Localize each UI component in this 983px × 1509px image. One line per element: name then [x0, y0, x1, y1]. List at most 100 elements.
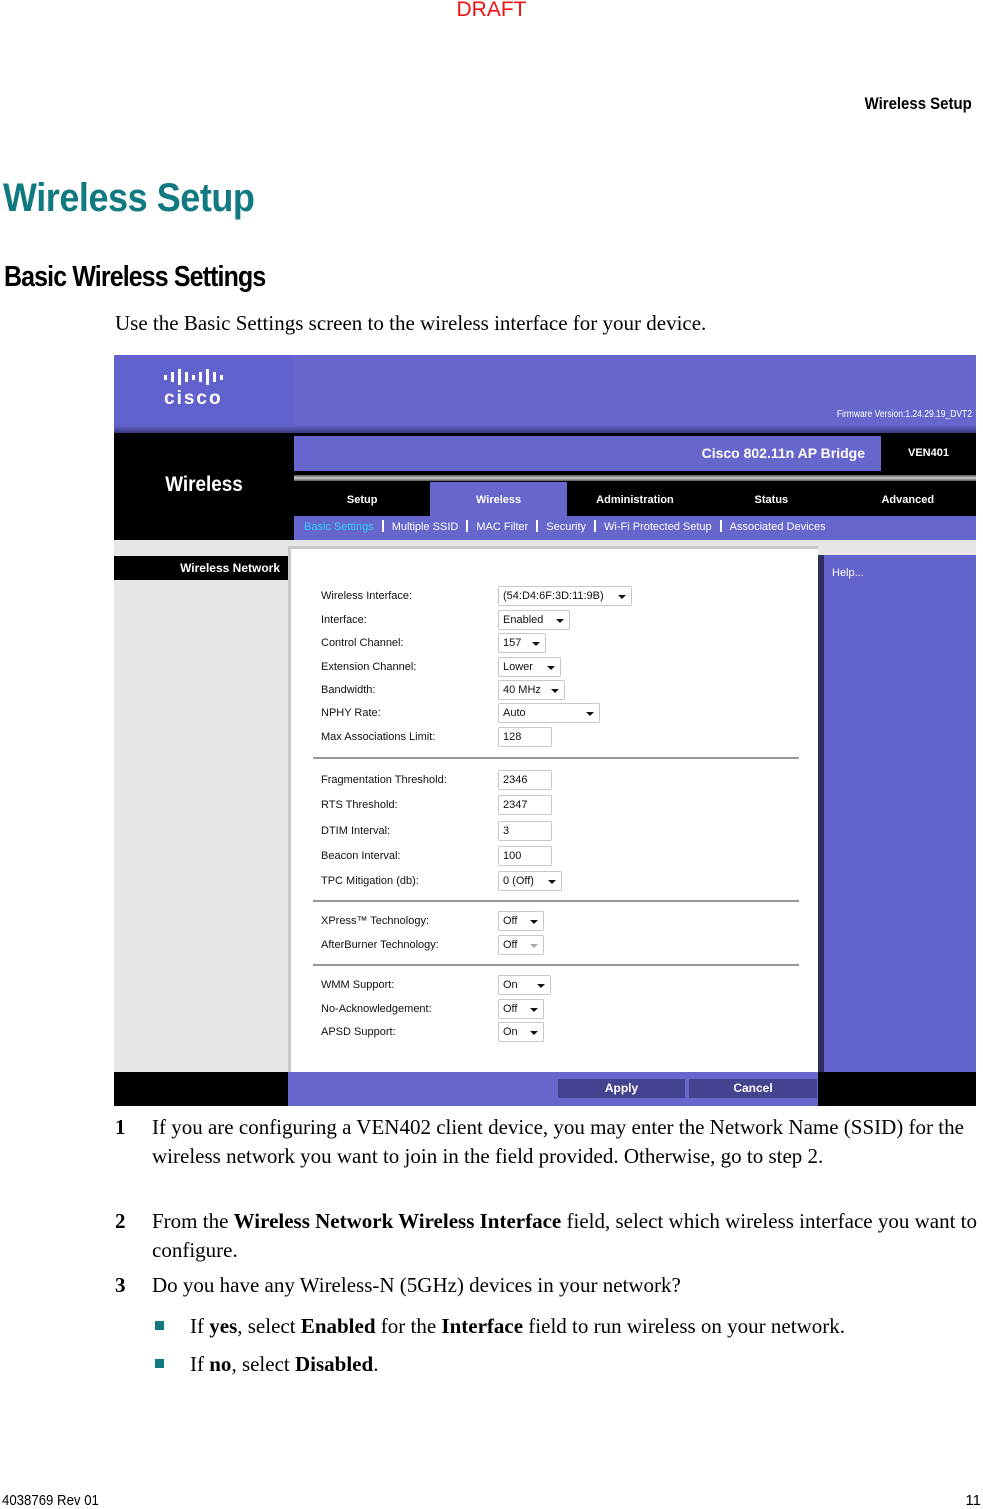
step-text: Do you have any Wireless-N (5GHz) device… — [152, 1273, 681, 1297]
subnav-mac-filter[interactable]: MAC Filter — [476, 521, 528, 533]
help-panel: Help... — [818, 555, 976, 1106]
page-number: 11 — [965, 1492, 981, 1509]
router-ui-screenshot: cisco Firmware Version:1.24.29.19_DVT2 W… — [114, 355, 976, 1106]
step-text: If you are configuring a VEN402 client d… — [152, 1115, 964, 1168]
field-nphy-rate: NPHY Rate: Auto — [321, 703, 600, 723]
apsd-support-select[interactable]: On — [498, 1022, 544, 1042]
dropdown-arrow-icon — [530, 944, 538, 948]
product-name: Cisco 802.11n AP Bridge — [701, 445, 865, 461]
wireless-interface-select[interactable]: (54:D4:6F:3D:11:9B) — [498, 586, 632, 606]
fragmentation-threshold-input[interactable]: 2346 — [498, 770, 552, 790]
dtim-interval-input[interactable]: 3 — [498, 821, 552, 841]
field-fragmentation-threshold: Fragmentation Threshold: 2346 — [321, 770, 552, 790]
firmware-version: Firmware Version:1.24.29.19_DVT2 — [836, 409, 972, 420]
dropdown-arrow-icon — [551, 689, 559, 693]
step-text: From the Wireless Network Wireless Inter… — [152, 1209, 978, 1262]
subnav-wifi-protected-setup[interactable]: Wi-Fi Protected Setup — [604, 521, 712, 533]
step-number: 1 — [115, 1115, 126, 1139]
beacon-interval-input[interactable]: 100 — [498, 846, 552, 866]
wmm-support-select[interactable]: On — [498, 975, 551, 995]
field-label: Wireless Interface: — [321, 590, 413, 602]
rts-threshold-input[interactable]: 2347 — [498, 795, 552, 815]
dropdown-arrow-icon — [547, 666, 555, 670]
ui-top-banner: cisco Firmware Version:1.24.29.19_DVT2 — [114, 355, 976, 433]
sidebar-title: Wireless Network — [114, 556, 288, 580]
subnav-multiple-ssid[interactable]: Multiple SSID — [392, 521, 459, 533]
no-acknowledgement-select[interactable]: Off — [498, 999, 544, 1019]
intro-paragraph: Use the Basic Settings screen to the wir… — [115, 311, 707, 335]
dropdown-arrow-icon — [556, 619, 564, 623]
tpc-mitigation-select[interactable]: 0 (Off) — [498, 871, 562, 891]
field-no-acknowledgement: No-Acknowledgement: Off — [321, 999, 544, 1019]
subnav-separator — [466, 520, 469, 532]
ui-header: Wireless Cisco 802.11n AP Bridge VEN401 … — [114, 433, 976, 540]
dropdown-arrow-icon — [618, 595, 626, 599]
ui-footer-bar: Apply Cancel — [114, 1072, 976, 1106]
field-tpc-mitigation: TPC Mitigation (db): 0 (Off) — [321, 871, 562, 891]
tab-status[interactable]: Status — [703, 482, 839, 516]
sub-navigation: Basic Settings Multiple SSID MAC Filter Sec… — [294, 516, 976, 540]
dropdown-arrow-icon — [586, 712, 594, 716]
extension-channel-select[interactable]: Lower — [498, 657, 561, 677]
field-xpress: XPress™ Technology: Off — [321, 911, 544, 931]
dropdown-arrow-icon — [537, 984, 545, 988]
control-channel-select[interactable]: 157 — [498, 633, 546, 653]
cancel-button[interactable]: Cancel — [689, 1079, 817, 1098]
field-extension-channel: Extension Channel: Lower — [321, 657, 561, 677]
apply-button[interactable]: Apply — [558, 1079, 685, 1098]
field-rts-threshold: RTS Threshold: 2347 — [321, 795, 552, 815]
dropdown-arrow-icon — [548, 880, 556, 884]
subnav-separator — [594, 520, 597, 532]
document-id: 4038769 Rev 01 — [2, 1492, 99, 1509]
subnav-security[interactable]: Security — [546, 521, 586, 533]
subnav-separator — [536, 520, 539, 532]
field-bandwidth: Bandwidth: 40 MHz — [321, 680, 565, 700]
model-name: VEN401 — [908, 447, 949, 459]
afterburner-select[interactable]: Off — [498, 935, 544, 955]
dropdown-arrow-icon — [530, 1031, 538, 1035]
subnav-separator — [719, 520, 722, 532]
settings-form: Wireless Interface: (54:D4:6F:3D:11:9B) … — [288, 546, 818, 1076]
main-tabs: Setup Wireless Administration Status Adv… — [294, 482, 976, 516]
subnav-separator — [381, 520, 384, 532]
subnav-basic-settings[interactable]: Basic Settings — [304, 521, 374, 533]
nphy-rate-select[interactable]: Auto — [498, 703, 600, 723]
field-control-channel: Control Channel: 157 — [321, 633, 546, 653]
cisco-bars-icon — [164, 369, 223, 385]
max-associations-input[interactable]: 128 — [498, 727, 552, 747]
bandwidth-select[interactable]: 40 MHz — [498, 680, 565, 700]
tab-wireless[interactable]: Wireless — [430, 482, 567, 516]
xpress-select[interactable]: Off — [498, 911, 544, 931]
field-wireless-interface: Wireless Interface: (54:D4:6F:3D:11:9B) — [321, 586, 632, 606]
bullet-square-icon — [155, 1359, 164, 1368]
tab-setup[interactable]: Setup — [294, 482, 430, 516]
logo-area: cisco — [114, 355, 294, 425]
chapter-title: Wireless Setup — [3, 176, 255, 220]
subnav-associated-devices[interactable]: Associated Devices — [730, 521, 826, 533]
field-beacon-interval: Beacon Interval: 100 — [321, 846, 552, 866]
section-title: Basic Wireless Settings — [4, 261, 266, 293]
cisco-wordmark: cisco — [164, 388, 223, 409]
field-interface: Interface: Enabled — [321, 610, 570, 630]
dropdown-arrow-icon — [530, 920, 538, 924]
field-afterburner: AfterBurner Technology: Off — [321, 935, 544, 955]
help-link[interactable]: Help... — [832, 567, 864, 579]
tab-advanced[interactable]: Advanced — [840, 482, 976, 516]
cisco-logo: cisco — [164, 369, 223, 410]
product-bar: Cisco 802.11n AP Bridge — [294, 436, 881, 471]
section-divider — [313, 964, 799, 966]
draft-watermark: DRAFT — [456, 0, 527, 21]
running-header: Wireless Setup — [864, 94, 972, 113]
field-dtim-interval: DTIM Interval: 3 — [321, 821, 552, 841]
section-divider — [313, 900, 799, 902]
dropdown-arrow-icon — [532, 642, 540, 646]
step-number: 3 — [115, 1273, 126, 1297]
step-number: 2 — [115, 1209, 126, 1233]
interface-select[interactable]: Enabled — [498, 610, 570, 630]
dropdown-arrow-icon — [530, 1008, 538, 1012]
field-wmm-support: WMM Support: On — [321, 975, 551, 995]
tab-administration[interactable]: Administration — [567, 482, 703, 516]
field-apsd-support: APSD Support: On — [321, 1022, 544, 1042]
section-divider — [313, 757, 799, 759]
field-max-associations: Max Associations Limit: 128 — [321, 727, 552, 747]
